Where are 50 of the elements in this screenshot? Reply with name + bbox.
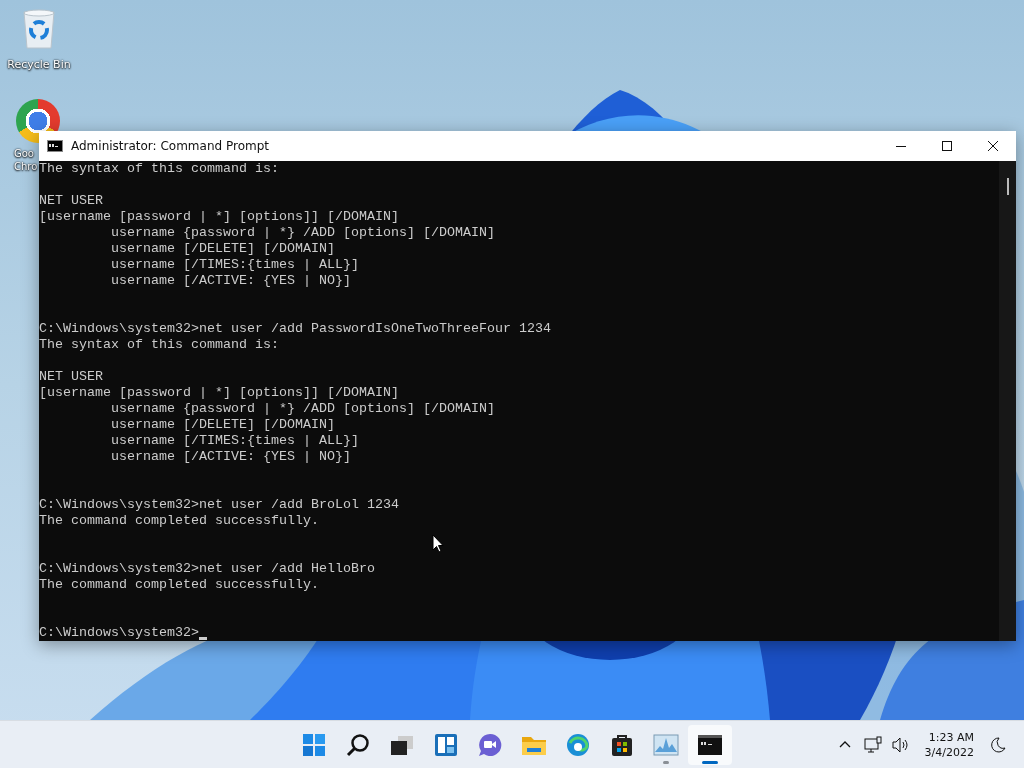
mouse-pointer-icon [432, 534, 444, 553]
moon-icon [990, 736, 1006, 753]
console-line: C:\Windows\system32>net user /add PasswordIsOneTwoThreeFour 1234 [39, 321, 552, 337]
text-cursor [198, 637, 207, 640]
scrollbar-thumb[interactable] [1006, 178, 1009, 195]
console-line: username [/DELETE] [/DOMAIN] [109, 417, 336, 433]
console-line: username [/ACTIVE: {YES | NO}] [109, 449, 352, 465]
console-line: username [/DELETE] [/DOMAIN] [109, 241, 336, 257]
icon-label: Chro [14, 160, 38, 173]
taskbar-button[interactable] [688, 724, 732, 765]
console-line: The command completed successfully. [39, 513, 320, 529]
console-line: username [/TIMES:{times | ALL}] [109, 257, 360, 273]
speaker-icon [891, 736, 910, 753]
running-indicator [663, 760, 669, 764]
chevron-up-icon [838, 741, 851, 748]
browser-icon [566, 732, 590, 757]
console-line: username {password | *} /ADD [options] [/DOMAIN] [109, 225, 496, 241]
chart-monitor-icon [653, 733, 679, 756]
windows-icon [390, 733, 414, 756]
console-line: C:\Windows\system32> [39, 625, 199, 641]
console-line: username [/ACTIVE: {YES | NO}] [109, 273, 352, 289]
terminal-icon [698, 734, 722, 755]
terminal-icon [47, 140, 63, 152]
icon-label: Goo [14, 147, 34, 160]
console-line: The command completed successfully. [39, 577, 320, 593]
console-line: username [/TIMES:{times | ALL}] [109, 433, 360, 449]
console-line: C:\Windows\system32>net user /add HelloBro [39, 561, 376, 577]
console-line: The syntax of this command is: [39, 337, 280, 353]
console-line: username {password | *} /ADD [options] [/DOMAIN] [109, 401, 496, 417]
window-title: Administrator: Command Prompt [71, 139, 270, 153]
console-line: NET USER [39, 369, 104, 385]
console-line: The syntax of this command is: [39, 161, 280, 177]
icon-label: Recycle Bin [7, 58, 71, 71]
maximize-icon [942, 141, 952, 151]
clock-button[interactable]: 1:23 AM 3/4/2022 [916, 729, 982, 760]
minimize-icon [896, 145, 906, 147]
console-line: NET USER [39, 193, 104, 209]
console-line: C:\Windows\system32>net user /add BroLol 1234 [39, 497, 400, 513]
console-line: [username [password | *] [options]] [/DOMAIN] [39, 385, 400, 401]
active-indicator [702, 760, 718, 764]
shopping-bag-icon [610, 732, 634, 757]
chat-icon [478, 732, 502, 757]
network-icon [863, 735, 882, 754]
close-icon [988, 141, 998, 151]
widgets-icon [434, 732, 458, 757]
console-line: [username [password | *] [options]] [/DOMAIN] [39, 209, 400, 225]
scrollbar[interactable] [999, 161, 1016, 641]
search-icon [346, 732, 370, 757]
start-icon [302, 732, 326, 757]
recycle-bin-icon [21, 8, 57, 50]
